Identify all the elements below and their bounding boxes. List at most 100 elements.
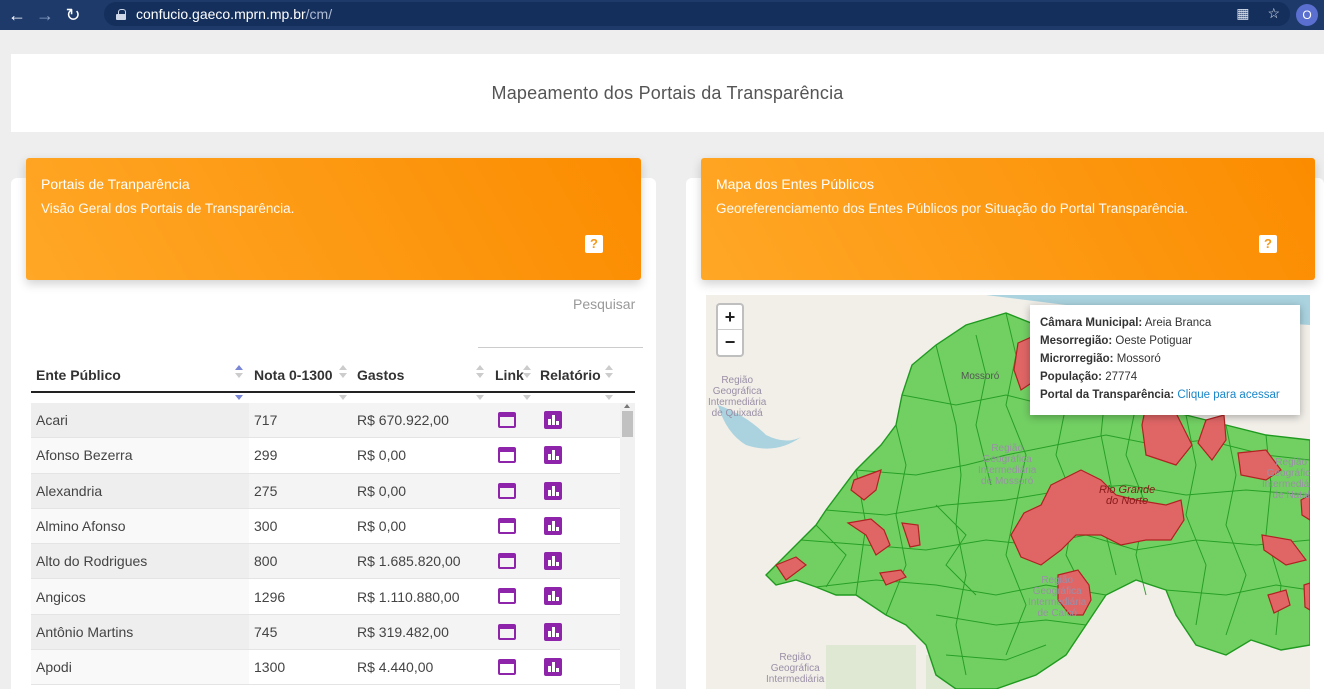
filter-arrow-icon[interactable] [605, 395, 613, 400]
cell-nota: 275 [254, 482, 278, 499]
cell-ente: Acari [36, 412, 68, 429]
report-chart-icon[interactable] [544, 658, 562, 677]
open-link-icon[interactable] [498, 623, 516, 640]
open-link-icon[interactable] [498, 447, 516, 464]
cell-nota: 1296 [254, 588, 286, 605]
open-link-icon[interactable] [498, 412, 516, 428]
scroll-up-icon[interactable] [624, 404, 630, 408]
sort-icon[interactable] [476, 365, 484, 379]
back-icon[interactable]: ← [6, 4, 28, 26]
entities-table: Ente Público Nota 0-1300 Gastos Link Rel… [31, 355, 635, 686]
open-link-icon[interactable] [498, 517, 516, 534]
map-popup: Câmara Municipal: Areia Branca Mesorregi… [1030, 305, 1300, 415]
help-button[interactable]: ? [1259, 235, 1277, 253]
table-row: Angicos 1296 R$ 1.110.880,00 [31, 579, 620, 615]
popup-meso-value: Oeste Potiguar [1115, 335, 1193, 347]
filter-row [31, 393, 635, 403]
popup-pop-value: 27774 [1105, 371, 1138, 383]
cell-nota: 745 [254, 623, 278, 640]
map-view[interactable]: Região Geográfica Intermediária de Quixa… [706, 295, 1310, 689]
table-body: Acari 717 R$ 670.922,00 Afonso Bezerra 299 R$… [31, 403, 620, 686]
zoom-control: + − [716, 303, 744, 357]
table-scrollbar[interactable] [620, 403, 635, 689]
map-label-mossoro-region: Região Geográfica Intermediária de Mosso… [978, 443, 1037, 487]
cell-gastos: R$ 0,00 [357, 482, 407, 499]
zoom-out-button[interactable]: − [718, 330, 742, 355]
address-bar[interactable]: confucio.gaeco.mprn.mp.br/cm/ ▦ ☆ [104, 2, 1290, 26]
report-chart-icon[interactable] [544, 516, 562, 535]
column-header-ente[interactable]: Ente Público [36, 367, 121, 383]
cell-gastos: R$ 4.440,00 [357, 659, 434, 676]
table-row: Almino Afonso 300 R$ 0,00 [31, 509, 620, 545]
reload-icon[interactable]: ↻ [62, 4, 84, 26]
report-chart-icon[interactable] [544, 622, 562, 641]
popup-portal-link[interactable]: Clique para acessar [1177, 389, 1279, 401]
popup-camara-label: Câmara Municipal: [1040, 317, 1143, 329]
cell-gastos: R$ 1.110.880,00 [357, 588, 460, 605]
filter-arrow-icon[interactable] [523, 395, 531, 400]
report-chart-icon[interactable] [544, 411, 562, 429]
cell-gastos: R$ 0,00 [357, 447, 407, 464]
cell-nota: 299 [254, 447, 278, 464]
transparency-title: Portais de Tranparência [41, 176, 190, 192]
report-chart-icon[interactable] [544, 552, 562, 571]
forward-icon[interactable]: → [34, 4, 56, 26]
cell-ente: Alexandria [36, 482, 103, 499]
column-header-relatorio[interactable]: Relatório [540, 367, 601, 383]
cell-gastos: R$ 1.685.820,00 [357, 553, 461, 570]
map-label-mossoro-city: Mossoró [961, 371, 1000, 382]
map-label-caico: Região Geográfica Intermediária de Caicó [1028, 575, 1087, 619]
transparency-subtitle: Visão Geral dos Portais de Transparência… [41, 201, 295, 216]
cell-ente: Alto do Rodrigues [36, 553, 148, 570]
report-chart-icon[interactable] [544, 481, 562, 500]
cell-ente: Almino Afonso [36, 518, 126, 535]
profile-avatar[interactable]: O [1296, 4, 1318, 26]
help-button[interactable]: ? [585, 235, 603, 253]
filter-arrow-icon[interactable] [339, 395, 347, 400]
map-title: Mapa dos Entes Públicos [716, 176, 874, 192]
open-link-icon[interactable] [498, 588, 516, 605]
map-label-quixada: Região Geográfica Intermediária de Quixa… [708, 375, 767, 419]
open-link-icon[interactable] [498, 482, 516, 499]
url-text: confucio.gaeco.mprn.mp.br/cm/ [136, 6, 333, 22]
column-header-nota[interactable]: Nota 0-1300 [254, 367, 333, 383]
table-row: Antônio Martins 745 R$ 319.482,00 [31, 614, 620, 651]
map-card-header: Mapa dos Entes Públicos Georeferenciamen… [701, 158, 1315, 280]
transparency-card-header: Portais de Tranparência Visão Geral dos … [26, 158, 641, 280]
cell-ente: Afonso Bezerra [36, 447, 133, 464]
report-chart-icon[interactable] [544, 587, 562, 606]
scroll-thumb[interactable] [622, 411, 633, 437]
filter-arrow-icon[interactable] [235, 395, 243, 400]
table-row: Alexandria 275 R$ 0,00 [31, 473, 620, 509]
report-chart-icon[interactable] [544, 446, 562, 465]
zoom-in-button[interactable]: + [718, 305, 742, 330]
search-input[interactable]: Pesquisar [573, 296, 635, 312]
sort-icon[interactable] [235, 365, 243, 379]
sort-icon[interactable] [523, 365, 531, 379]
cell-nota: 717 [254, 412, 278, 429]
qr-code-icon[interactable]: ▦ [1236, 5, 1249, 22]
popup-pop-label: População: [1040, 371, 1102, 383]
search-underline [478, 347, 643, 348]
popup-micro-value: Mossoró [1116, 353, 1161, 365]
cell-gastos: R$ 319.482,00 [357, 623, 449, 640]
table-row: Apodi 1300 R$ 4.440,00 [31, 650, 620, 686]
popup-camara-value: Areia Branca [1144, 317, 1212, 329]
column-header-link[interactable]: Link [495, 367, 524, 383]
open-link-icon[interactable] [498, 553, 516, 570]
cell-ente: Apodi [36, 659, 72, 676]
map-label-natal: Região Geográfica Intermediária de Natal [1262, 457, 1310, 501]
sort-icon[interactable] [605, 365, 613, 379]
open-link-icon[interactable] [498, 659, 516, 676]
browser-toolbar: ← → ↻ confucio.gaeco.mprn.mp.br/cm/ ▦ ☆ … [0, 0, 1324, 30]
filter-arrow-icon[interactable] [476, 395, 484, 400]
table-row: Acari 717 R$ 670.922,00 [31, 403, 620, 439]
cell-ente: Antônio Martins [36, 623, 134, 640]
cell-nota: 1300 [254, 659, 286, 676]
popup-micro-label: Microrregião: [1040, 353, 1114, 365]
bookmark-star-icon[interactable]: ☆ [1267, 5, 1280, 22]
sort-icon[interactable] [339, 365, 347, 379]
page-header: Mapeamento dos Portais da Transparência [11, 54, 1324, 132]
column-header-gastos[interactable]: Gastos [357, 367, 404, 383]
table-row: Afonso Bezerra 299 R$ 0,00 [31, 438, 620, 474]
